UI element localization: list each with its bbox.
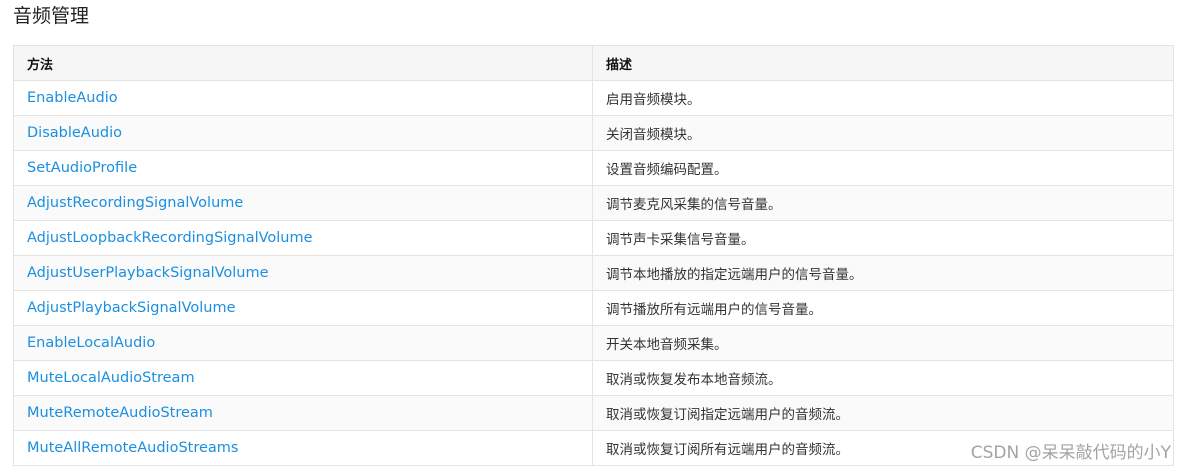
- method-link[interactable]: AdjustLoopbackRecordingSignalVolume: [27, 230, 313, 246]
- description-cell: 调节麦克风采集的信号音量。: [592, 185, 1174, 221]
- description-cell: 调节播放所有远端用户的信号音量。: [592, 290, 1174, 326]
- description-cell: 调节声卡采集信号音量。: [592, 220, 1174, 256]
- page: 音频管理 方法 描述 EnableAudio 启用音频模块。 DisableAu…: [0, 0, 1183, 471]
- method-cell: MuteRemoteAudioStream: [13, 395, 593, 431]
- method-link[interactable]: AdjustPlaybackSignalVolume: [27, 300, 236, 316]
- method-cell: EnableLocalAudio: [13, 325, 593, 361]
- method-link[interactable]: EnableAudio: [27, 90, 118, 106]
- table-row: AdjustUserPlaybackSignalVolume 调节本地播放的指定…: [13, 255, 1174, 291]
- method-cell: SetAudioProfile: [13, 150, 593, 186]
- method-cell: MuteLocalAudioStream: [13, 360, 593, 396]
- method-link[interactable]: MuteRemoteAudioStream: [27, 405, 213, 421]
- watermark: CSDN @呆呆敲代码的小Y: [970, 443, 1171, 463]
- table-row: AdjustPlaybackSignalVolume 调节播放所有远端用户的信号…: [13, 290, 1174, 326]
- table-header-row: 方法 描述: [13, 45, 1174, 81]
- table-row: DisableAudio 关闭音频模块。: [13, 115, 1174, 151]
- method-cell: AdjustLoopbackRecordingSignalVolume: [13, 220, 593, 256]
- method-link[interactable]: AdjustUserPlaybackSignalVolume: [27, 265, 269, 281]
- table-row: MuteRemoteAudioStream 取消或恢复订阅指定远端用户的音频流。: [13, 395, 1174, 431]
- audio-api-table: 方法 描述 EnableAudio 启用音频模块。 DisableAudio 关…: [13, 45, 1174, 466]
- method-link[interactable]: SetAudioProfile: [27, 160, 137, 176]
- description-cell: 取消或恢复发布本地音频流。: [592, 360, 1174, 396]
- method-link[interactable]: MuteAllRemoteAudioStreams: [27, 440, 238, 456]
- table-row: MuteLocalAudioStream 取消或恢复发布本地音频流。: [13, 360, 1174, 396]
- method-cell: EnableAudio: [13, 80, 593, 116]
- table-row: EnableAudio 启用音频模块。: [13, 80, 1174, 116]
- method-cell: AdjustPlaybackSignalVolume: [13, 290, 593, 326]
- description-cell: 启用音频模块。: [592, 80, 1174, 116]
- method-link[interactable]: AdjustRecordingSignalVolume: [27, 195, 243, 211]
- description-cell: 关闭音频模块。: [592, 115, 1174, 151]
- method-cell: MuteAllRemoteAudioStreams: [13, 430, 593, 466]
- description-cell: 调节本地播放的指定远端用户的信号音量。: [592, 255, 1174, 291]
- method-link[interactable]: EnableLocalAudio: [27, 335, 155, 351]
- description-cell: 设置音频编码配置。: [592, 150, 1174, 186]
- method-cell: AdjustUserPlaybackSignalVolume: [13, 255, 593, 291]
- table-row: AdjustRecordingSignalVolume 调节麦克风采集的信号音量…: [13, 185, 1174, 221]
- table-row: EnableLocalAudio 开关本地音频采集。: [13, 325, 1174, 361]
- method-cell: DisableAudio: [13, 115, 593, 151]
- table-row: SetAudioProfile 设置音频编码配置。: [13, 150, 1174, 186]
- method-cell: AdjustRecordingSignalVolume: [13, 185, 593, 221]
- description-cell: 取消或恢复订阅指定远端用户的音频流。: [592, 395, 1174, 431]
- table-row: AdjustLoopbackRecordingSignalVolume 调节声卡…: [13, 220, 1174, 256]
- section-title: 音频管理: [13, 5, 90, 27]
- description-cell: 开关本地音频采集。: [592, 325, 1174, 361]
- column-header-description: 描述: [592, 45, 1174, 81]
- table-body: EnableAudio 启用音频模块。 DisableAudio 关闭音频模块。…: [13, 80, 1174, 466]
- method-link[interactable]: DisableAudio: [27, 125, 122, 141]
- method-link[interactable]: MuteLocalAudioStream: [27, 370, 195, 386]
- column-header-method: 方法: [13, 45, 593, 81]
